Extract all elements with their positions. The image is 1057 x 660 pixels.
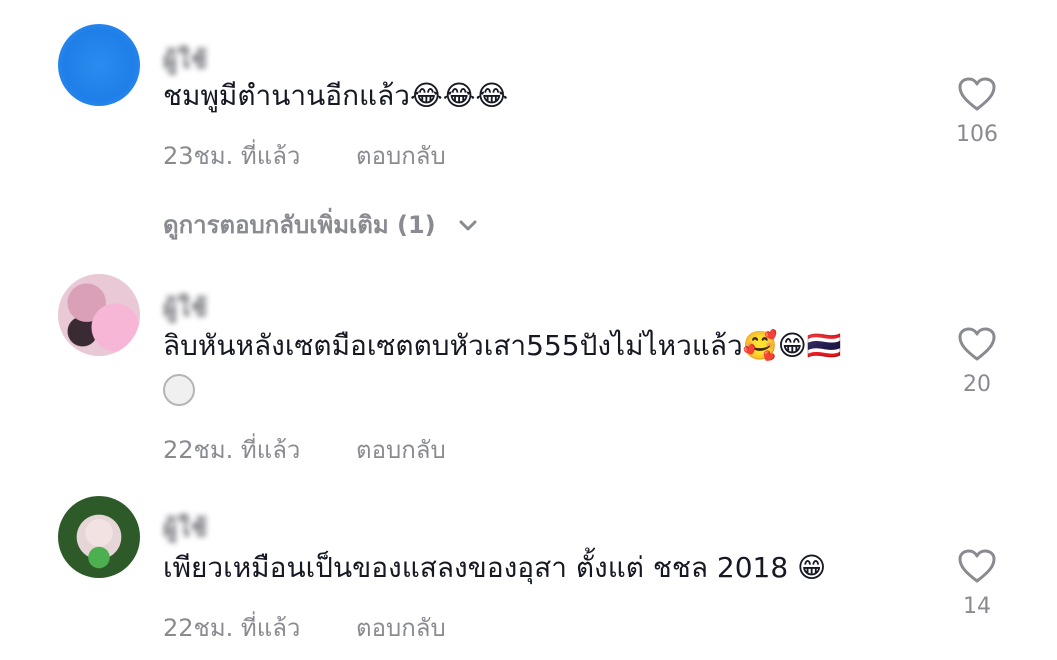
like-count: 14 — [963, 594, 991, 619]
comment-time: 22ชม. ที่แล้ว — [163, 436, 301, 464]
comment-text: ชมพูมีตำนานอีกแล้ว😂😂😂 — [163, 79, 509, 112]
avatar[interactable] — [58, 24, 140, 106]
chevron-down-icon — [459, 220, 477, 231]
reply-button[interactable]: ตอบกลับ — [356, 142, 446, 170]
like-button[interactable]: 20 — [950, 326, 1004, 397]
like-count: 106 — [956, 122, 998, 147]
comment-meta: 23ชม. ที่แล้ว ตอบกลับ — [163, 136, 446, 175]
comment-meta: 22ชม. ที่แล้ว ตอบกลับ — [163, 608, 446, 647]
avatar[interactable] — [58, 496, 140, 578]
comment-time: 23ชม. ที่แล้ว — [163, 142, 301, 170]
view-more-replies-label: ดูการตอบกลับเพิ่มเติม (1) — [163, 211, 436, 239]
username[interactable]: ผู้ใช้ — [163, 40, 208, 74]
username[interactable]: ผู้ใช้ — [163, 508, 208, 542]
volleyball-icon — [163, 374, 195, 406]
reply-button[interactable]: ตอบกลับ — [356, 436, 446, 464]
reply-button[interactable]: ตอบกลับ — [356, 614, 446, 642]
like-button[interactable]: 106 — [950, 76, 1004, 147]
username[interactable]: ผู้ใช้ — [163, 288, 208, 322]
heart-icon — [958, 77, 996, 111]
view-more-replies-button[interactable]: ดูการตอบกลับเพิ่มเติม (1) — [163, 205, 478, 244]
heart-icon — [958, 549, 996, 583]
comment-time: 22ชม. ที่แล้ว — [163, 614, 301, 642]
avatar[interactable] — [58, 274, 140, 356]
like-count: 20 — [963, 372, 991, 397]
comment-text: เพียวเหมือนเป็นของแสลงของอุสา ตั้งแต่ ชช… — [163, 551, 827, 584]
like-button[interactable]: 14 — [950, 548, 1004, 619]
heart-icon — [958, 327, 996, 361]
comment-text: ลิบหันหลังเซตมือเซตตบหัวเสา555ปังไม่ไหวแ… — [163, 329, 842, 362]
comment-meta: 22ชม. ที่แล้ว ตอบกลับ — [163, 430, 446, 469]
